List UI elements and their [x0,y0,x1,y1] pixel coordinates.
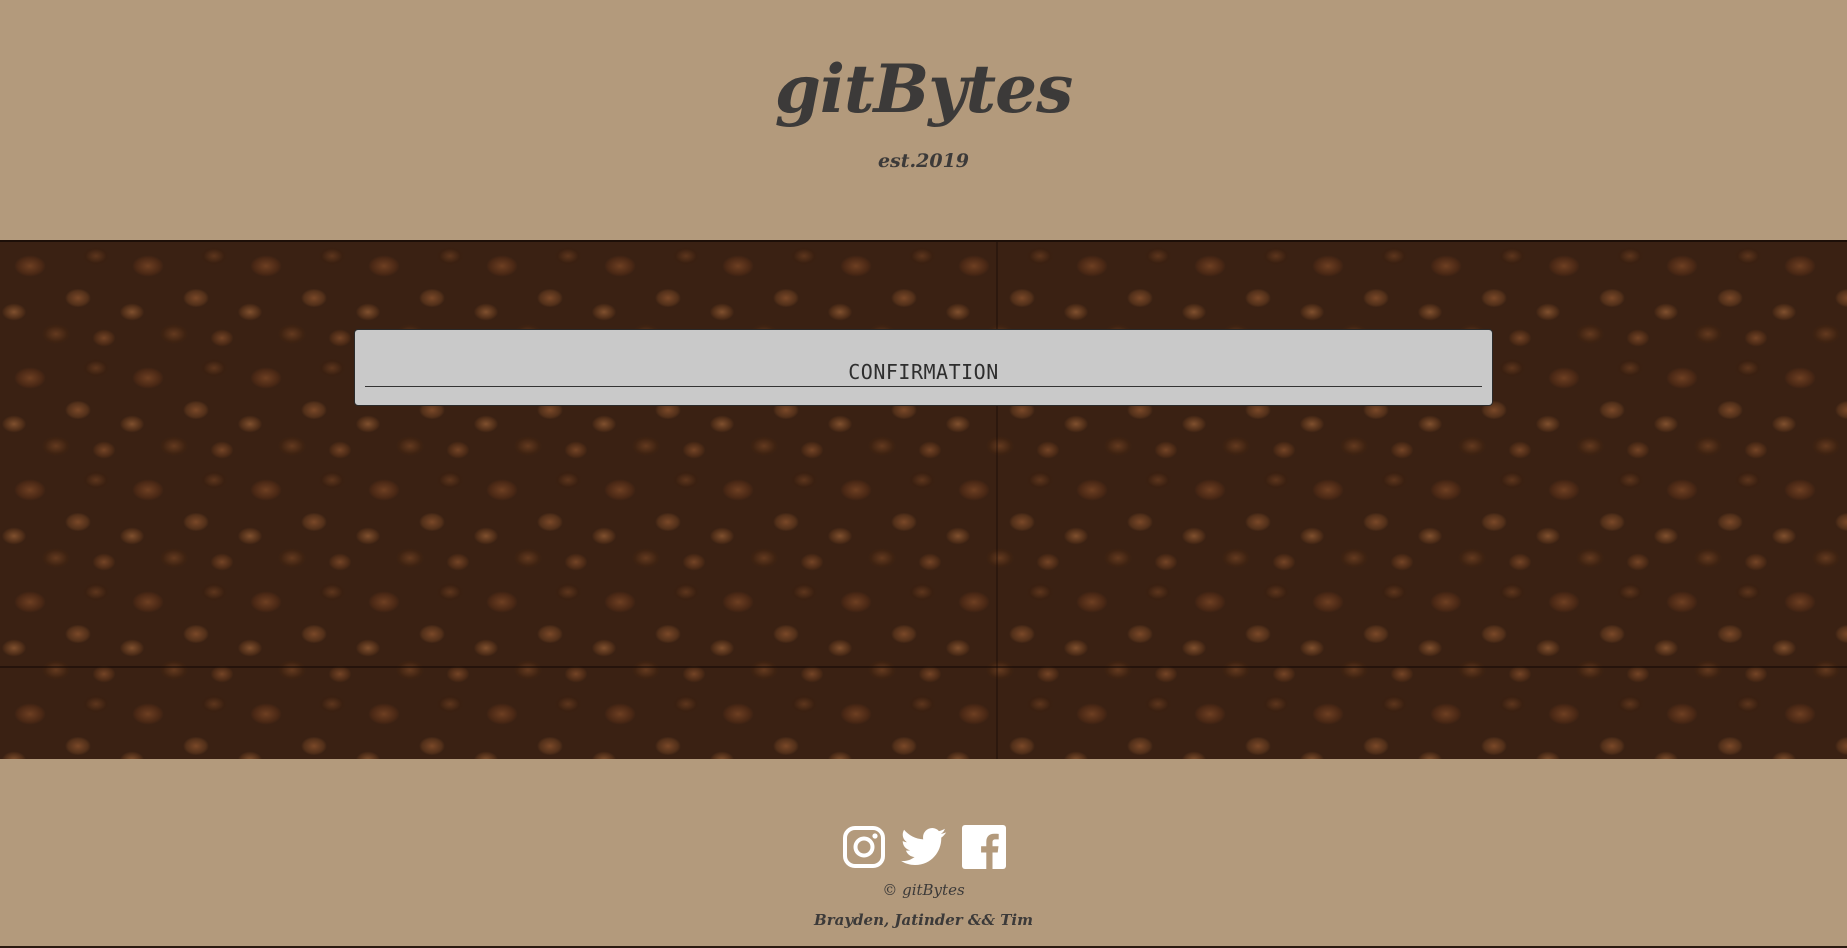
banner-divider [0,666,1847,668]
confirmation-divider [365,386,1482,387]
site-tagline: est.2019 [877,150,970,172]
page: gitBytes est.2019 CONFIRMATION © gitByte… [0,0,1847,948]
site-footer: © gitBytes Brayden, Jatinder && Tim [0,759,1847,948]
facebook-icon[interactable] [961,824,1007,870]
social-links [0,824,1847,870]
instagram-icon[interactable] [841,824,887,870]
confirmation-panel: CONFIRMATION [354,329,1493,406]
confirmation-title: CONFIRMATION [848,360,999,384]
site-logo[interactable]: gitBytes [0,56,1847,122]
banner-seam [996,242,998,759]
site-header: gitBytes est.2019 [0,0,1847,240]
authors-credit: Brayden, Jatinder && Tim [814,911,1033,929]
twitter-icon[interactable] [900,824,947,870]
coffee-beans-banner: CONFIRMATION [0,240,1847,759]
copyright-text: © gitBytes [882,881,965,899]
